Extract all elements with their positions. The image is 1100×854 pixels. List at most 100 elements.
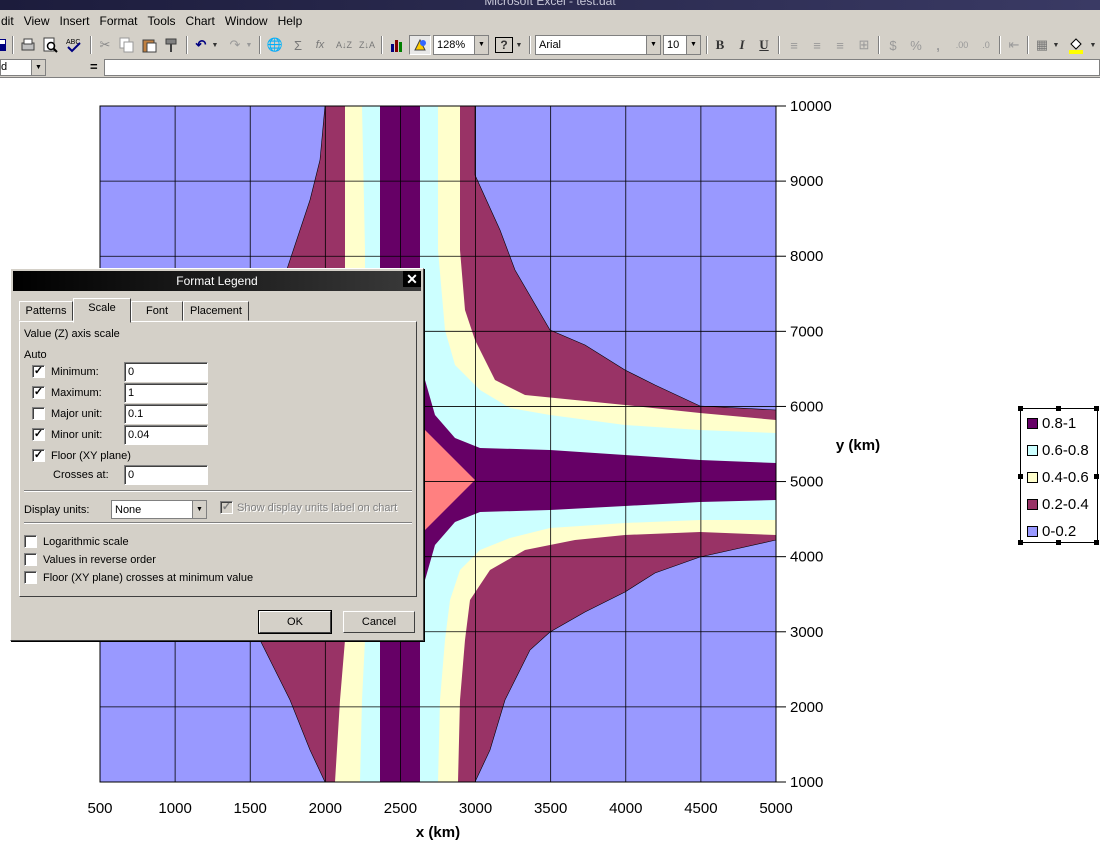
menu-view[interactable]: View [19, 14, 55, 28]
redo-dropdown-icon[interactable]: ▼ [244, 35, 254, 55]
formula-input[interactable] [104, 59, 1100, 76]
help-dropdown-icon[interactable]: ▼ [514, 35, 524, 55]
tab-patterns[interactable]: Patterns [19, 301, 73, 321]
help-icon[interactable]: ? [495, 37, 513, 53]
legend-entry[interactable]: 0.8-1 [1027, 415, 1076, 432]
legend-entry[interactable]: 0.6-0.8 [1027, 442, 1089, 459]
maximum-auto-checkbox[interactable]: ✓ [32, 386, 45, 399]
tab-font[interactable]: Font [131, 301, 183, 321]
undo-icon[interactable]: ↶ [192, 35, 210, 55]
print-preview-icon[interactable] [40, 35, 60, 55]
redo-icon[interactable]: ↷ [226, 35, 244, 55]
currency-icon[interactable]: $ [883, 35, 903, 55]
print-icon[interactable] [18, 35, 38, 55]
close-icon[interactable]: ✕ [403, 271, 421, 287]
y-tick-label: 10000 [790, 98, 832, 115]
menu-format[interactable]: Format [95, 14, 143, 28]
chevron-down-icon[interactable]: ▼ [686, 36, 700, 54]
menu-chart[interactable]: Chart [181, 14, 220, 28]
chevron-down-icon[interactable]: ▼ [474, 36, 488, 54]
legend-entry[interactable]: 0.4-0.6 [1027, 469, 1089, 486]
align-center-icon[interactable]: ≡ [807, 35, 827, 55]
cancel-button[interactable]: Cancel [343, 611, 415, 633]
fill-color-dropdown-icon[interactable]: ▼ [1088, 35, 1098, 55]
drawing-icon[interactable] [409, 35, 431, 55]
borders-icon[interactable]: ▦ [1034, 35, 1050, 55]
cut-icon[interactable]: ✂ [95, 35, 115, 55]
sort-descending-icon[interactable]: Z↓A [357, 35, 377, 55]
percent-icon[interactable]: % [906, 35, 926, 55]
tab-placement[interactable]: Placement [183, 301, 249, 321]
chevron-down-icon[interactable]: ▼ [31, 60, 45, 75]
chevron-down-icon[interactable]: ▼ [646, 36, 660, 54]
bold-button[interactable]: B [711, 35, 729, 55]
menu-window[interactable]: Window [220, 14, 273, 28]
spelling-icon[interactable]: ABC [63, 35, 85, 55]
decrease-decimal-icon[interactable]: .0 [975, 35, 997, 55]
minor-unit-auto-checkbox[interactable]: ✓ [32, 428, 45, 441]
menu-tools[interactable]: Tools [143, 14, 181, 28]
autosum-icon[interactable]: Σ [289, 35, 307, 55]
align-right-icon[interactable]: ≡ [830, 35, 850, 55]
name-box[interactable]: d ▼ [0, 59, 46, 76]
maximum-field[interactable]: 1 [124, 383, 208, 403]
x-tick-label: 4000 [609, 800, 642, 817]
tab-scale[interactable]: Scale [73, 298, 131, 323]
hyperlink-icon[interactable]: 🌐 [265, 35, 285, 55]
chart-legend[interactable]: 0.8-1 0.6-0.8 0.4-0.6 0.2-0.4 0-0.2 [1018, 406, 1099, 545]
x-axis-label[interactable]: x (km) [416, 824, 460, 841]
menu-insert[interactable]: Insert [54, 14, 94, 28]
paste-icon[interactable] [139, 35, 159, 55]
reverse-order-checkbox[interactable] [24, 553, 37, 566]
minimum-field[interactable]: 0 [124, 362, 208, 382]
font-name-select[interactable]: Arial ▼ [535, 35, 661, 55]
decrease-indent-icon[interactable]: ⇤ [1004, 35, 1024, 55]
selection-handle[interactable] [1056, 406, 1061, 411]
x-tick-label: 3000 [459, 800, 492, 817]
italic-button[interactable]: I [733, 35, 751, 55]
selection-handle[interactable] [1018, 540, 1023, 545]
increase-decimal-icon[interactable]: .00 [951, 35, 973, 55]
align-left-icon[interactable]: ≡ [784, 35, 804, 55]
y-axis-label[interactable]: y (km) [836, 437, 880, 454]
x-tick-label: 3500 [534, 800, 567, 817]
selection-handle[interactable] [1094, 406, 1099, 411]
borders-dropdown-icon[interactable]: ▼ [1051, 35, 1061, 55]
x-tick-label: 2500 [384, 800, 417, 817]
font-size-select[interactable]: 10 ▼ [663, 35, 701, 55]
undo-dropdown-icon[interactable]: ▼ [210, 35, 220, 55]
merge-center-icon[interactable]: ⊞ [853, 35, 875, 55]
selection-handle[interactable] [1094, 474, 1099, 479]
floor-auto-checkbox[interactable]: ✓ [32, 449, 45, 462]
sort-ascending-icon[interactable]: A↓Z [334, 35, 354, 55]
logarithmic-checkbox[interactable] [24, 535, 37, 548]
zoom-select[interactable]: 128% ▼ [433, 35, 489, 55]
major-unit-field[interactable]: 0.1 [124, 404, 208, 424]
fill-color-icon[interactable] [1066, 35, 1086, 55]
display-units-select[interactable]: None ▼ [111, 500, 207, 519]
save-icon[interactable] [0, 35, 8, 55]
minor-unit-field[interactable]: 0.04 [124, 425, 208, 445]
legend-entry[interactable]: 0.2-0.4 [1027, 496, 1089, 513]
chart-wizard-icon[interactable] [387, 35, 407, 55]
function-icon[interactable]: fx [311, 35, 329, 55]
floor-min-checkbox[interactable] [24, 571, 37, 584]
chevron-down-icon[interactable]: ▼ [192, 501, 206, 518]
underline-button[interactable]: U [755, 35, 773, 55]
selection-handle[interactable] [1018, 474, 1023, 479]
menu-help[interactable]: Help [273, 14, 308, 28]
major-unit-auto-checkbox[interactable] [32, 407, 45, 420]
selection-handle[interactable] [1094, 540, 1099, 545]
reverse-order-label: Values in reverse order [43, 554, 156, 566]
selection-handle[interactable] [1056, 540, 1061, 545]
format-painter-icon[interactable] [161, 35, 181, 55]
crosses-at-field[interactable]: 0 [124, 465, 208, 485]
menu-edit[interactable]: dit [0, 14, 19, 28]
ok-button[interactable]: OK [258, 610, 332, 634]
copy-icon[interactable] [117, 35, 137, 55]
comma-icon[interactable]: , [929, 35, 947, 55]
selection-handle[interactable] [1018, 406, 1023, 411]
show-units-label-checkbox[interactable]: ✓ [220, 501, 233, 514]
minimum-auto-checkbox[interactable]: ✓ [32, 365, 45, 378]
legend-entry[interactable]: 0-0.2 [1027, 523, 1076, 540]
